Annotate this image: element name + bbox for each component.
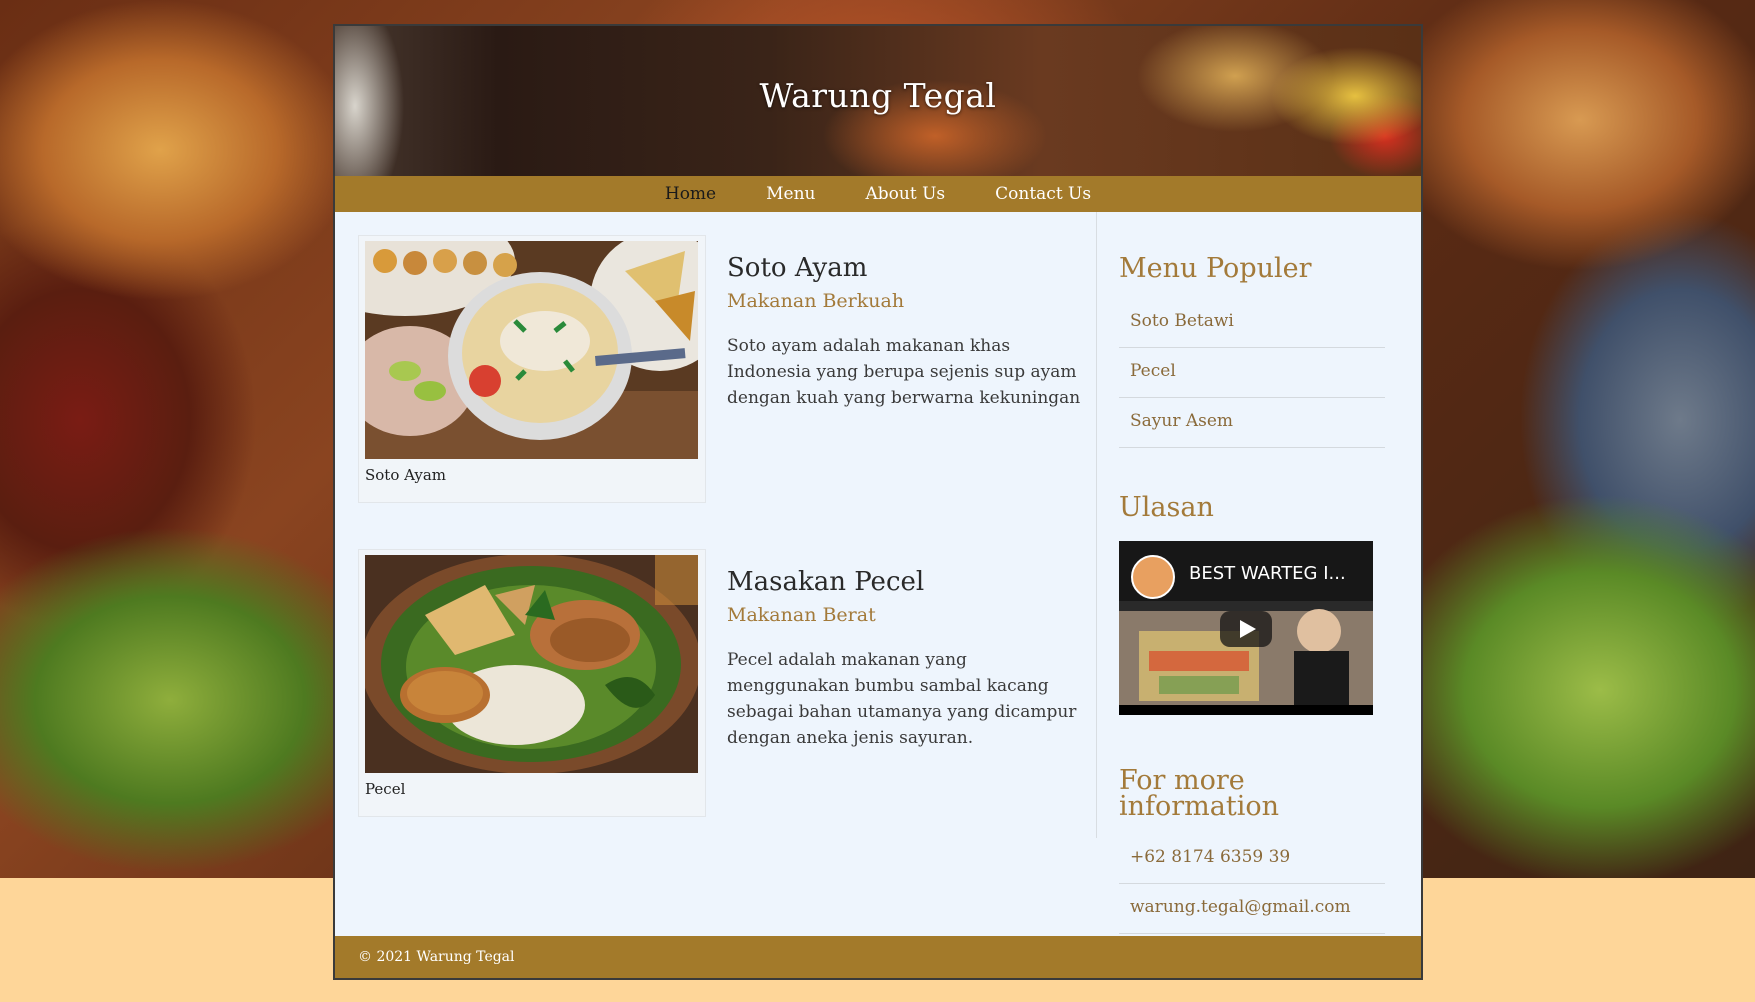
video-title: BEST WARTEG I... — [1189, 563, 1346, 584]
header-banner: Warung Tegal — [335, 26, 1421, 176]
footer: © 2021 Warung Tegal — [335, 936, 1421, 978]
site-title: Warung Tegal — [759, 76, 997, 115]
main-column: Soto Ayam Soto Ayam Makanan Berkuah Soto… — [335, 212, 1097, 838]
article-title: Soto Ayam — [727, 253, 868, 283]
article-body: Pecel adalah makanan yang menggunakan bu… — [727, 650, 1077, 748]
nav-menu[interactable]: Menu — [741, 184, 840, 204]
info-list: +62 8174 6359 39 warung.tegal@gmail.com — [1119, 834, 1385, 934]
popular-item-soto-betawi[interactable]: Soto Betawi — [1119, 298, 1385, 348]
figure-caption: Pecel — [365, 780, 406, 798]
page-container: Warung Tegal Home Menu About Us Contact … — [333, 24, 1423, 980]
footer-copyright: © 2021 Warung Tegal — [358, 949, 515, 965]
article-title: Masakan Pecel — [727, 567, 925, 597]
article-subtitle: Makanan Berkuah — [727, 290, 905, 312]
article-figure: Soto Ayam — [358, 235, 706, 503]
pecel-photo — [365, 555, 698, 773]
article-figure: Pecel — [358, 549, 706, 817]
popular-menu-heading: Menu Populer — [1119, 253, 1312, 284]
article-body: Soto ayam adalah makanan khas Indonesia … — [727, 336, 1081, 408]
review-heading: Ulasan — [1119, 492, 1214, 523]
nav-contact-us[interactable]: Contact Us — [970, 184, 1116, 204]
article-soto-ayam: Soto Ayam Soto Ayam Makanan Berkuah Soto… — [358, 235, 1098, 505]
video-avatar — [1131, 555, 1175, 599]
info-heading: For more information — [1119, 765, 1280, 822]
main-nav: Home Menu About Us Contact Us — [335, 176, 1421, 212]
article-subtitle: Makanan Berat — [727, 604, 876, 626]
figure-caption: Soto Ayam — [365, 466, 446, 484]
info-phone[interactable]: +62 8174 6359 39 — [1119, 834, 1385, 884]
popular-item-pecel[interactable]: Pecel — [1119, 348, 1385, 398]
content-area: Soto Ayam Soto Ayam Makanan Berkuah Soto… — [335, 212, 1421, 938]
info-email[interactable]: warung.tegal@gmail.com — [1119, 884, 1385, 934]
play-icon[interactable] — [1220, 611, 1272, 647]
soto-ayam-photo — [365, 241, 698, 459]
article-pecel: Pecel Masakan Pecel Makanan Berat Pecel … — [358, 549, 1098, 819]
review-video[interactable]: BEST WARTEG I... — [1119, 541, 1373, 715]
nav-about-us[interactable]: About Us — [841, 184, 971, 204]
nav-home[interactable]: Home — [640, 184, 741, 204]
popular-menu-list: Soto Betawi Pecel Sayur Asem — [1119, 298, 1385, 448]
popular-item-sayur-asem[interactable]: Sayur Asem — [1119, 398, 1385, 448]
